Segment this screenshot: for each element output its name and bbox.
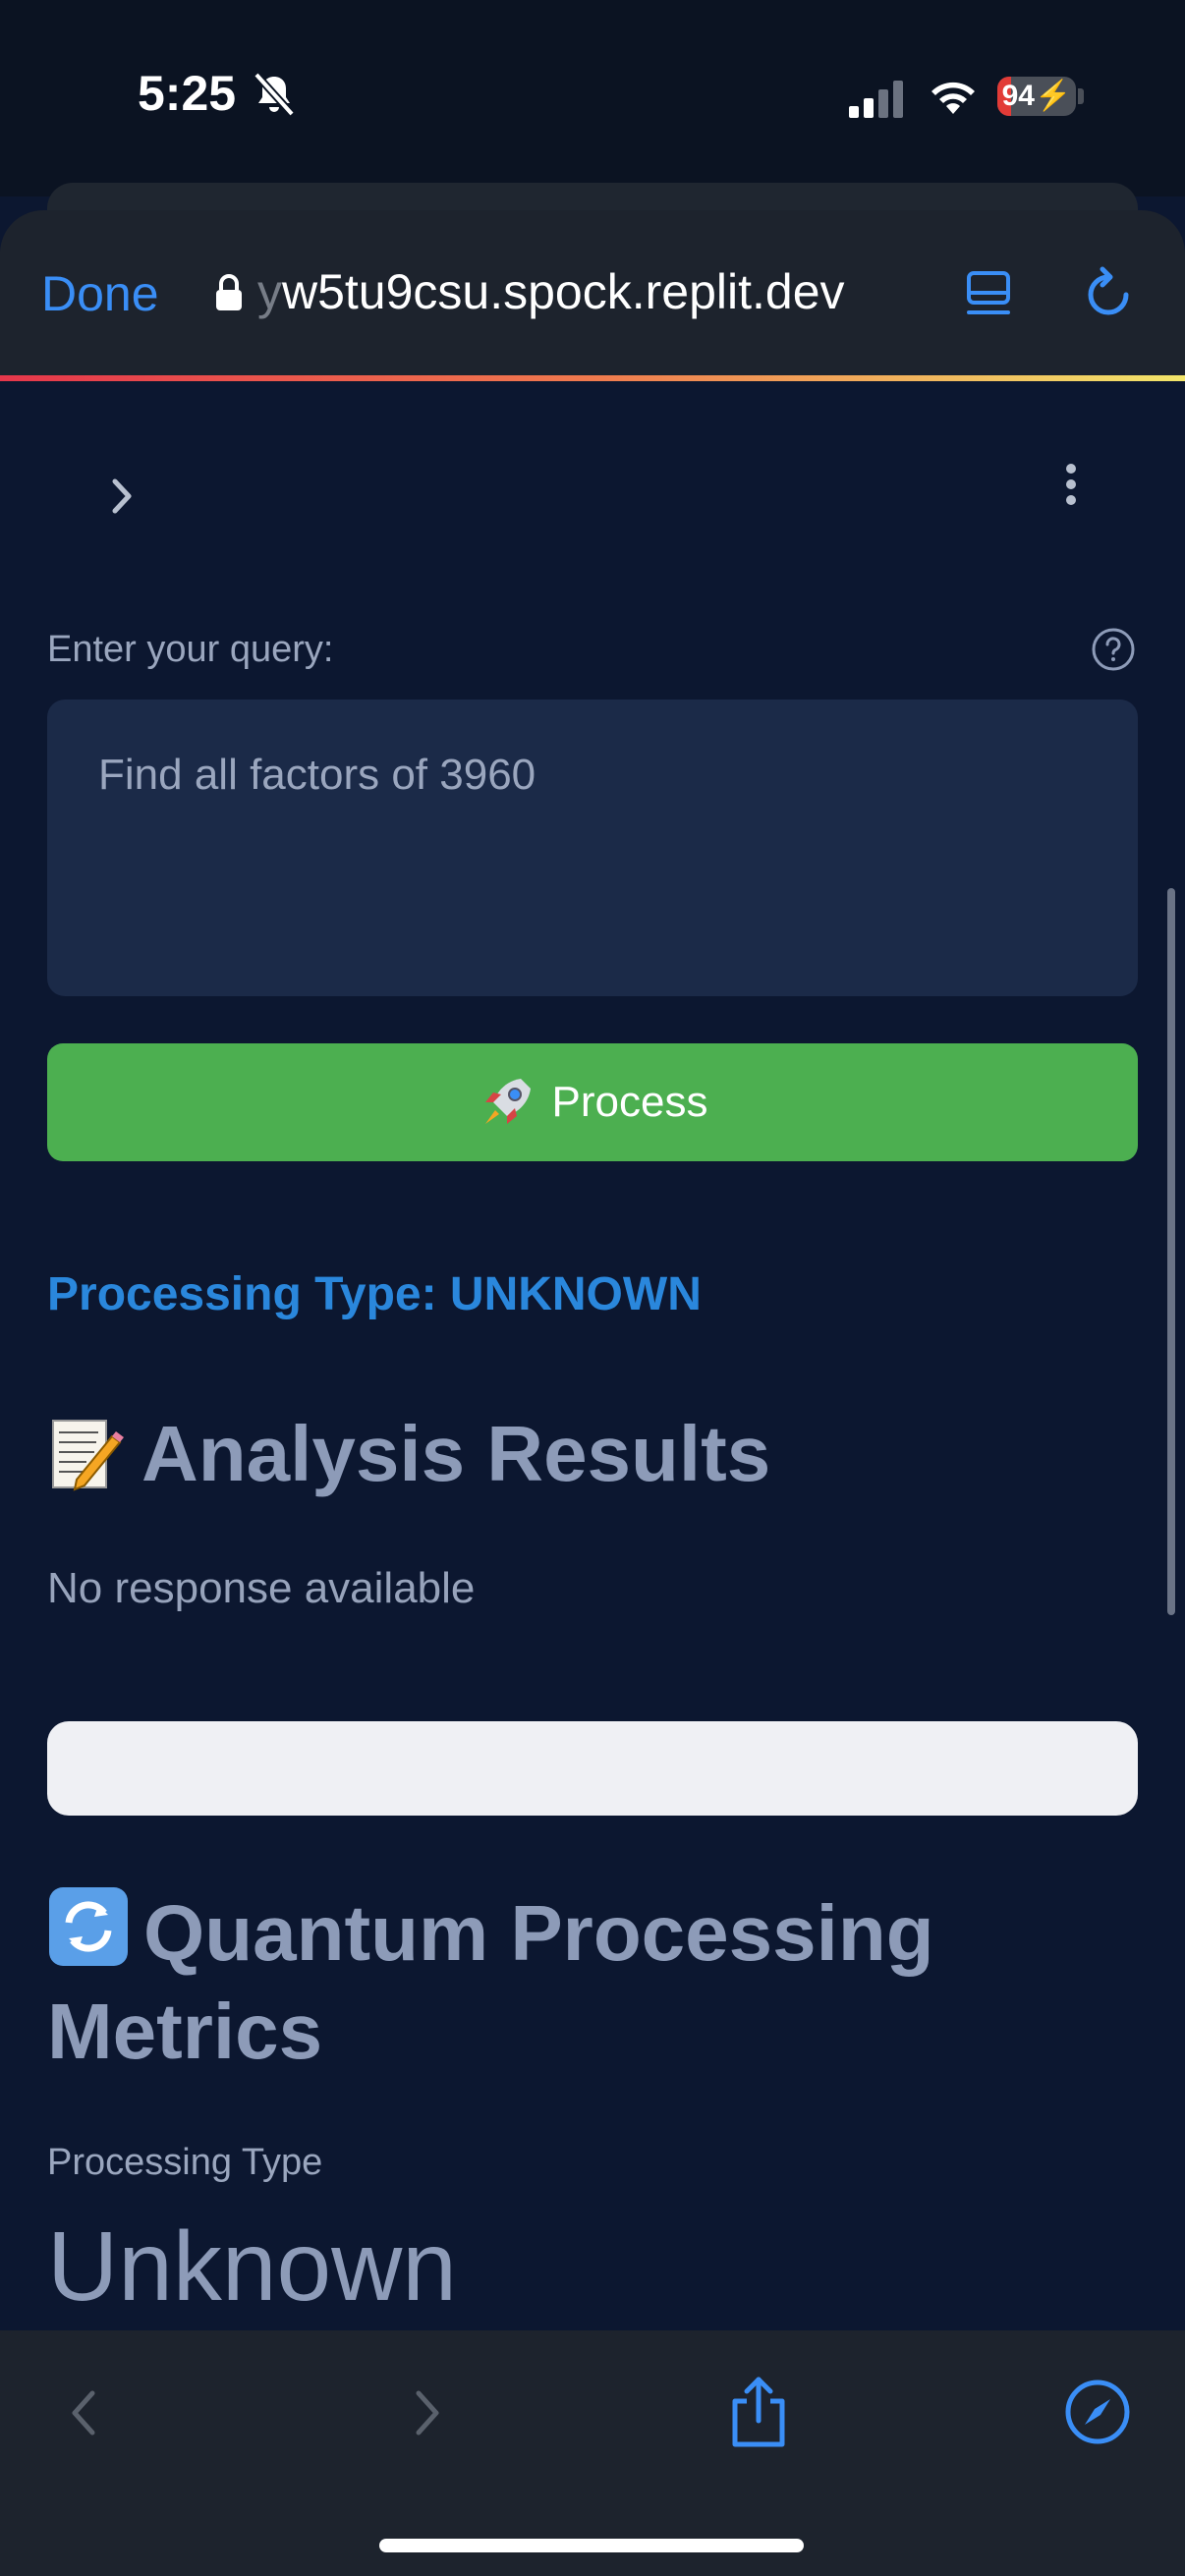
bell-slash-icon (254, 72, 295, 117)
analysis-results-heading: Analysis Results (47, 1409, 770, 1499)
process-label: Process (551, 1078, 708, 1126)
processing-type-line: Processing Type: UNKNOWN (47, 1268, 702, 1320)
processing-type-value: Unknown (47, 2212, 457, 2322)
wifi-icon (931, 82, 975, 114)
compass-icon[interactable] (1063, 2378, 1132, 2446)
memo-icon (52, 1420, 124, 1491)
analysis-title: Analysis Results (141, 1410, 771, 1497)
back-icon[interactable] (65, 2383, 104, 2442)
no-response-text: No response available (47, 1564, 476, 1612)
metrics-title: Quantum Processing Metrics (47, 1889, 934, 2075)
share-icon[interactable] (727, 2374, 790, 2448)
metrics-heading: Quantum Processing Metrics (47, 1884, 1128, 2081)
processing-type-label: Processing Type (47, 2142, 323, 2183)
signal-icon (849, 81, 903, 118)
chevron-right-icon[interactable] (103, 472, 142, 521)
status-time: 5:25 (138, 66, 237, 121)
cycle-icon (49, 1887, 128, 1966)
forward-icon[interactable] (407, 2383, 446, 2442)
home-indicator (379, 2539, 804, 2552)
query-input[interactable]: Find all factors of 3960 (47, 700, 1138, 996)
url-field[interactable]: yw5tu9csu.spock.replit.dev (257, 263, 845, 320)
kebab-menu-icon[interactable] (1061, 462, 1081, 511)
help-icon[interactable] (1091, 627, 1136, 672)
lock-icon (216, 274, 242, 310)
battery-icon: 94⚡ (997, 77, 1076, 116)
page-scrollbar[interactable] (1167, 888, 1175, 1615)
rocket-icon (484, 1079, 531, 1124)
empty-result-box (47, 1721, 1138, 1816)
done-button[interactable]: Done (41, 265, 159, 322)
battery-tip (1078, 88, 1084, 104)
reload-icon[interactable] (1079, 265, 1138, 324)
query-label: Enter your query: (47, 629, 334, 670)
reader-icon[interactable] (965, 265, 1014, 324)
page-load-progress (0, 375, 1185, 381)
process-button[interactable]: Process (47, 1043, 1138, 1161)
